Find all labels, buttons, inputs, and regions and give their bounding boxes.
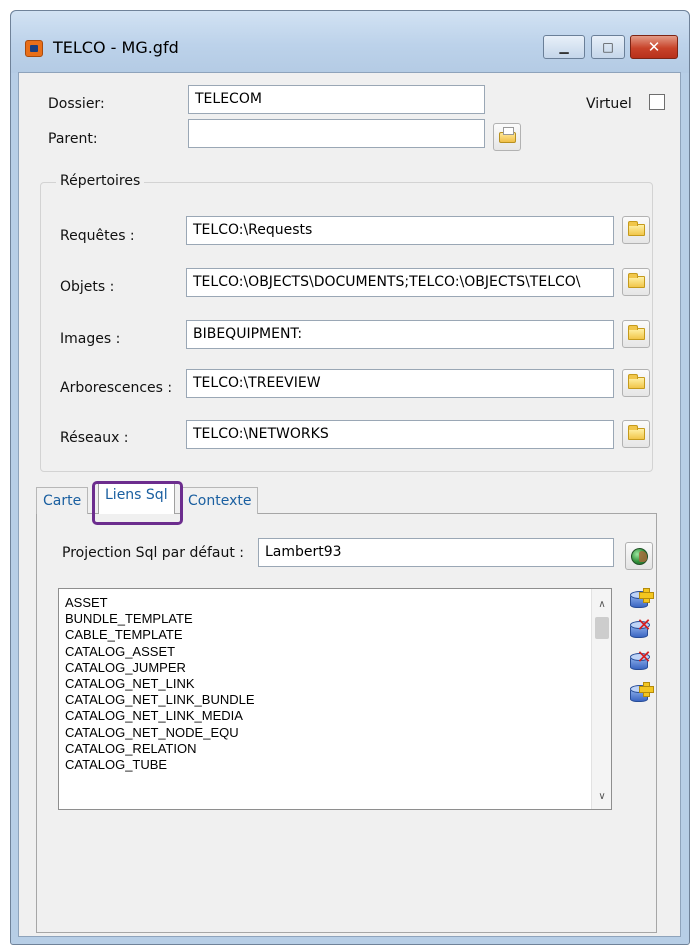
maximize-button[interactable]: □ xyxy=(591,35,625,59)
globe-icon xyxy=(631,548,648,565)
tab-contexte[interactable]: Contexte xyxy=(181,487,259,514)
arborescences-field[interactable]: TELCO:\TREEVIEW xyxy=(186,369,614,398)
virtuel-label: Virtuel xyxy=(586,96,632,112)
objets-browse-button[interactable] xyxy=(622,268,650,296)
title-bar[interactable]: TELCO - MG.gfd ▁ □ ✕ xyxy=(11,11,689,73)
sql-links-items: ASSET BUNDLE_TEMPLATE CABLE_TEMPLATE CATALO… xyxy=(65,595,585,773)
list-item[interactable]: CATALOG_NET_NODE_EQU xyxy=(65,725,585,741)
scroll-thumb[interactable] xyxy=(595,617,609,639)
parent-label: Parent: xyxy=(48,131,98,147)
repertoires-title: Répertoires xyxy=(56,173,145,189)
dossier-label: Dossier: xyxy=(48,96,105,112)
minimize-button[interactable]: ▁ xyxy=(543,35,585,59)
window-title: TELCO - MG.gfd xyxy=(53,38,179,57)
app-window-icon[interactable] xyxy=(25,40,43,57)
printer-icon xyxy=(499,127,516,143)
folder-icon xyxy=(628,221,645,236)
dossier-field[interactable]: TELECOM xyxy=(188,85,485,114)
folder-icon xyxy=(628,325,645,340)
list-item[interactable]: CATALOG_NET_LINK_MEDIA xyxy=(65,708,585,724)
folder-icon xyxy=(628,425,645,440)
scroll-down-arrow[interactable]: ∨ xyxy=(592,789,611,805)
images-field[interactable]: BIBEQUIPMENT: xyxy=(186,320,614,349)
list-item[interactable]: CATALOG_ASSET xyxy=(65,644,585,660)
list-item[interactable]: CATALOG_TUBE xyxy=(65,757,585,773)
list-item[interactable]: CATALOG_RELATION xyxy=(65,741,585,757)
requetes-browse-button[interactable] xyxy=(622,216,650,244)
scroll-up-arrow[interactable]: ∧ xyxy=(592,597,611,613)
objets-field[interactable]: TELCO:\OBJECTS\DOCUMENTS;TELCO:\OBJECTS\… xyxy=(186,268,614,297)
delete-all-links-icon[interactable]: ✕ xyxy=(628,649,654,674)
list-item[interactable]: CABLE_TEMPLATE xyxy=(65,627,585,643)
requetes-field[interactable]: TELCO:\Requests xyxy=(186,216,614,245)
reseaux-browse-button[interactable] xyxy=(622,420,650,448)
list-item[interactable]: CATALOG_JUMPER xyxy=(65,660,585,676)
list-item[interactable]: CATALOG_NET_LINK xyxy=(65,676,585,692)
arborescences-browse-button[interactable] xyxy=(622,369,650,397)
delete-database-link-icon[interactable]: ✕ xyxy=(628,617,654,642)
close-button[interactable]: ✕ xyxy=(630,35,678,59)
arborescences-label: Arborescences : xyxy=(60,380,173,396)
list-item[interactable]: ASSET xyxy=(65,595,585,611)
parent-browse-button[interactable] xyxy=(493,123,521,151)
requetes-label: Requêtes : xyxy=(60,228,135,244)
tab-carte[interactable]: Carte xyxy=(36,487,89,514)
reseaux-field[interactable]: TELCO:\NETWORKS xyxy=(186,420,614,449)
folder-icon xyxy=(628,374,645,389)
add-database-link-icon[interactable] xyxy=(628,588,654,612)
add-all-links-icon[interactable] xyxy=(628,682,654,706)
parent-field[interactable] xyxy=(188,119,485,148)
objets-label: Objets : xyxy=(60,279,115,295)
images-label: Images : xyxy=(60,331,121,347)
list-item[interactable]: BUNDLE_TEMPLATE xyxy=(65,611,585,627)
reseaux-label: Réseaux : xyxy=(60,430,129,446)
list-scrollbar[interactable]: ∧ ∨ xyxy=(591,589,611,809)
folder-icon xyxy=(628,273,645,288)
tab-highlight-box xyxy=(92,481,183,525)
projection-label: Projection Sql par défaut : xyxy=(62,545,244,561)
projection-field[interactable]: Lambert93 xyxy=(258,538,614,567)
projection-select-button[interactable] xyxy=(625,542,653,570)
images-browse-button[interactable] xyxy=(622,320,650,348)
sql-links-list[interactable]: ASSET BUNDLE_TEMPLATE CABLE_TEMPLATE CATALO… xyxy=(58,588,612,810)
virtuel-checkbox[interactable] xyxy=(649,94,665,110)
list-item[interactable]: CATALOG_NET_LINK_BUNDLE xyxy=(65,692,585,708)
